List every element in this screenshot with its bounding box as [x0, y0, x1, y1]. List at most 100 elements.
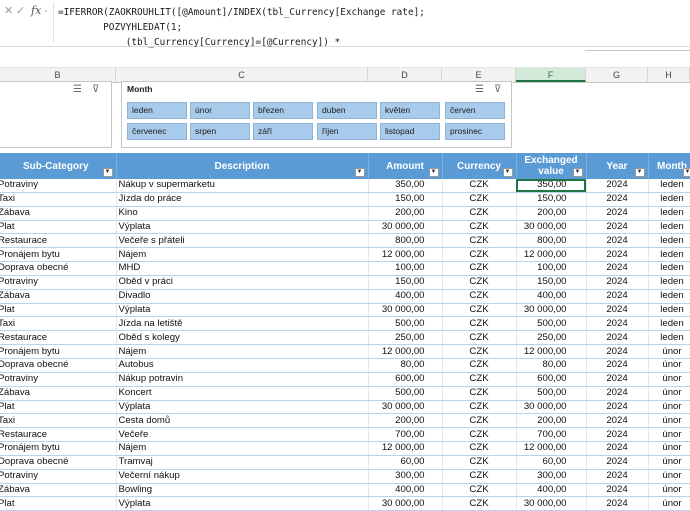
cell-exchanged-value[interactable]: 80,00 — [516, 358, 586, 372]
cell-year[interactable]: 2024 — [586, 275, 648, 289]
filter-dropdown-icon[interactable]: ▼ — [503, 168, 513, 177]
cell-year[interactable]: 2024 — [586, 234, 648, 248]
chevron-down-icon[interactable]: ⌄ — [43, 6, 49, 14]
cell-year[interactable]: 2024 — [586, 442, 648, 456]
slicer-item-rijen[interactable]: říjen — [317, 123, 377, 140]
cell-currency[interactable]: CZK — [442, 372, 516, 386]
cell-month[interactable]: leden — [648, 262, 690, 276]
cell-amount[interactable]: 200,00 — [368, 206, 442, 220]
cell-sub-category[interactable]: Restaurace — [0, 331, 116, 345]
slicer-item-brezen[interactable]: březen — [253, 102, 313, 119]
cell-year[interactable]: 2024 — [586, 497, 648, 511]
cell-month[interactable]: únor — [648, 386, 690, 400]
cell-description[interactable]: Nákup v supermarketu — [116, 179, 368, 192]
filter-dropdown-icon[interactable]: ▼ — [573, 168, 583, 177]
cell-sub-category[interactable]: Zábava — [0, 386, 116, 400]
cell-year[interactable]: 2024 — [586, 220, 648, 234]
cell-month[interactable]: únor — [648, 345, 690, 359]
cell-year[interactable]: 2024 — [586, 469, 648, 483]
cell-amount[interactable]: 350,00 — [368, 179, 442, 192]
cell-month[interactable]: leden — [648, 248, 690, 262]
filter-dropdown-icon[interactable]: ▼ — [429, 168, 439, 177]
cell-exchanged-value[interactable]: 12 000,00 — [516, 248, 586, 262]
cell-year[interactable]: 2024 — [586, 414, 648, 428]
cell-month[interactable]: únor — [648, 372, 690, 386]
cell-amount[interactable]: 400,00 — [368, 289, 442, 303]
cell-currency[interactable]: CZK — [442, 303, 516, 317]
cell-exchanged-value[interactable]: 250,00 — [516, 331, 586, 345]
cell-month[interactable]: leden — [648, 179, 690, 192]
cell-sub-category[interactable]: Plat — [0, 303, 116, 317]
cell-exchanged-value[interactable]: 150,00 — [516, 192, 586, 206]
cell-sub-category[interactable]: Potraviny — [0, 275, 116, 289]
filter-dropdown-icon[interactable]: ▼ — [683, 168, 690, 177]
cell-description[interactable]: Bowling — [116, 483, 368, 497]
cell-description[interactable]: Oběd s kolegy — [116, 331, 368, 345]
cell-exchanged-value[interactable]: 30 000,00 — [516, 497, 586, 511]
filter-dropdown-icon[interactable]: ▼ — [103, 168, 113, 177]
cell-year[interactable]: 2024 — [586, 345, 648, 359]
cell-description[interactable]: Večeře s přáteli — [116, 234, 368, 248]
cell-year[interactable]: 2024 — [586, 192, 648, 206]
slicer-item-cervenec[interactable]: červenec — [127, 123, 187, 140]
cell-sub-category[interactable]: Pronájem bytu — [0, 345, 116, 359]
cell-exchanged-value[interactable]: 500,00 — [516, 317, 586, 331]
cell-year[interactable]: 2024 — [586, 386, 648, 400]
cell-amount[interactable]: 30 000,00 — [368, 303, 442, 317]
cell-exchanged-value[interactable]: 200,00 — [516, 414, 586, 428]
cell-amount[interactable]: 150,00 — [368, 275, 442, 289]
cell-currency[interactable]: CZK — [442, 179, 516, 192]
cell-description[interactable]: Autobus — [116, 358, 368, 372]
cell-amount[interactable]: 400,00 — [368, 483, 442, 497]
cell-description[interactable]: Tramvaj — [116, 455, 368, 469]
cell-sub-category[interactable]: Restaurace — [0, 234, 116, 248]
cell-exchanged-value[interactable]: 30 000,00 — [516, 303, 586, 317]
cell-month[interactable]: únor — [648, 414, 690, 428]
cell-amount[interactable]: 500,00 — [368, 386, 442, 400]
cell-currency[interactable]: CZK — [442, 358, 516, 372]
cell-description[interactable]: Jízda do práce — [116, 192, 368, 206]
cell-year[interactable]: 2024 — [586, 179, 648, 192]
cell-description[interactable]: Cesta domů — [116, 414, 368, 428]
cell-description[interactable]: Nájem — [116, 345, 368, 359]
cell-month[interactable]: leden — [648, 206, 690, 220]
cell-description[interactable]: Oběd v práci — [116, 275, 368, 289]
cell-description[interactable]: Jízda na letiště — [116, 317, 368, 331]
cell-exchanged-value[interactable]: 400,00 — [516, 483, 586, 497]
cell-year[interactable]: 2024 — [586, 262, 648, 276]
cell-month[interactable]: leden — [648, 331, 690, 345]
cell-description[interactable]: Výplata — [116, 497, 368, 511]
cell-amount[interactable]: 100,00 — [368, 262, 442, 276]
column-header-c[interactable]: C — [116, 68, 368, 82]
cell-month[interactable]: únor — [648, 400, 690, 414]
cell-year[interactable]: 2024 — [586, 400, 648, 414]
cell-currency[interactable]: CZK — [442, 317, 516, 331]
cell-exchanged-value[interactable]: 12 000,00 — [516, 345, 586, 359]
cell-currency[interactable]: CZK — [442, 206, 516, 220]
cell-exchanged-value[interactable]: 800,00 — [516, 234, 586, 248]
cell-currency[interactable]: CZK — [442, 442, 516, 456]
cell-month[interactable]: únor — [648, 358, 690, 372]
cell-amount[interactable]: 150,00 — [368, 192, 442, 206]
cell-exchanged-value[interactable]: 700,00 — [516, 428, 586, 442]
cell-sub-category[interactable]: Potraviny — [0, 469, 116, 483]
cell-description[interactable]: Kino — [116, 206, 368, 220]
multi-select-icon[interactable]: ☰ — [475, 84, 484, 95]
column-header-b[interactable]: B — [0, 68, 116, 82]
cell-description[interactable]: Nákup potravin — [116, 372, 368, 386]
cell-year[interactable]: 2024 — [586, 317, 648, 331]
cell-sub-category[interactable]: Taxi — [0, 317, 116, 331]
cell-month[interactable]: únor — [648, 442, 690, 456]
cell-month[interactable]: únor — [648, 428, 690, 442]
cell-currency[interactable]: CZK — [442, 234, 516, 248]
cell-exchanged-value[interactable]: 12 000,00 — [516, 442, 586, 456]
cell-month[interactable]: leden — [648, 317, 690, 331]
cell-currency[interactable]: CZK — [442, 262, 516, 276]
cell-currency[interactable]: CZK — [442, 331, 516, 345]
multi-select-icon[interactable]: ☰ — [73, 84, 82, 95]
cell-sub-category[interactable]: Doprava obecné — [0, 358, 116, 372]
cell-amount[interactable]: 30 000,00 — [368, 497, 442, 511]
cell-exchanged-value[interactable]: 150,00 — [516, 275, 586, 289]
cell-exchanged-value[interactable]: 600,00 — [516, 372, 586, 386]
slicer-item-srpen[interactable]: srpen — [190, 123, 250, 140]
